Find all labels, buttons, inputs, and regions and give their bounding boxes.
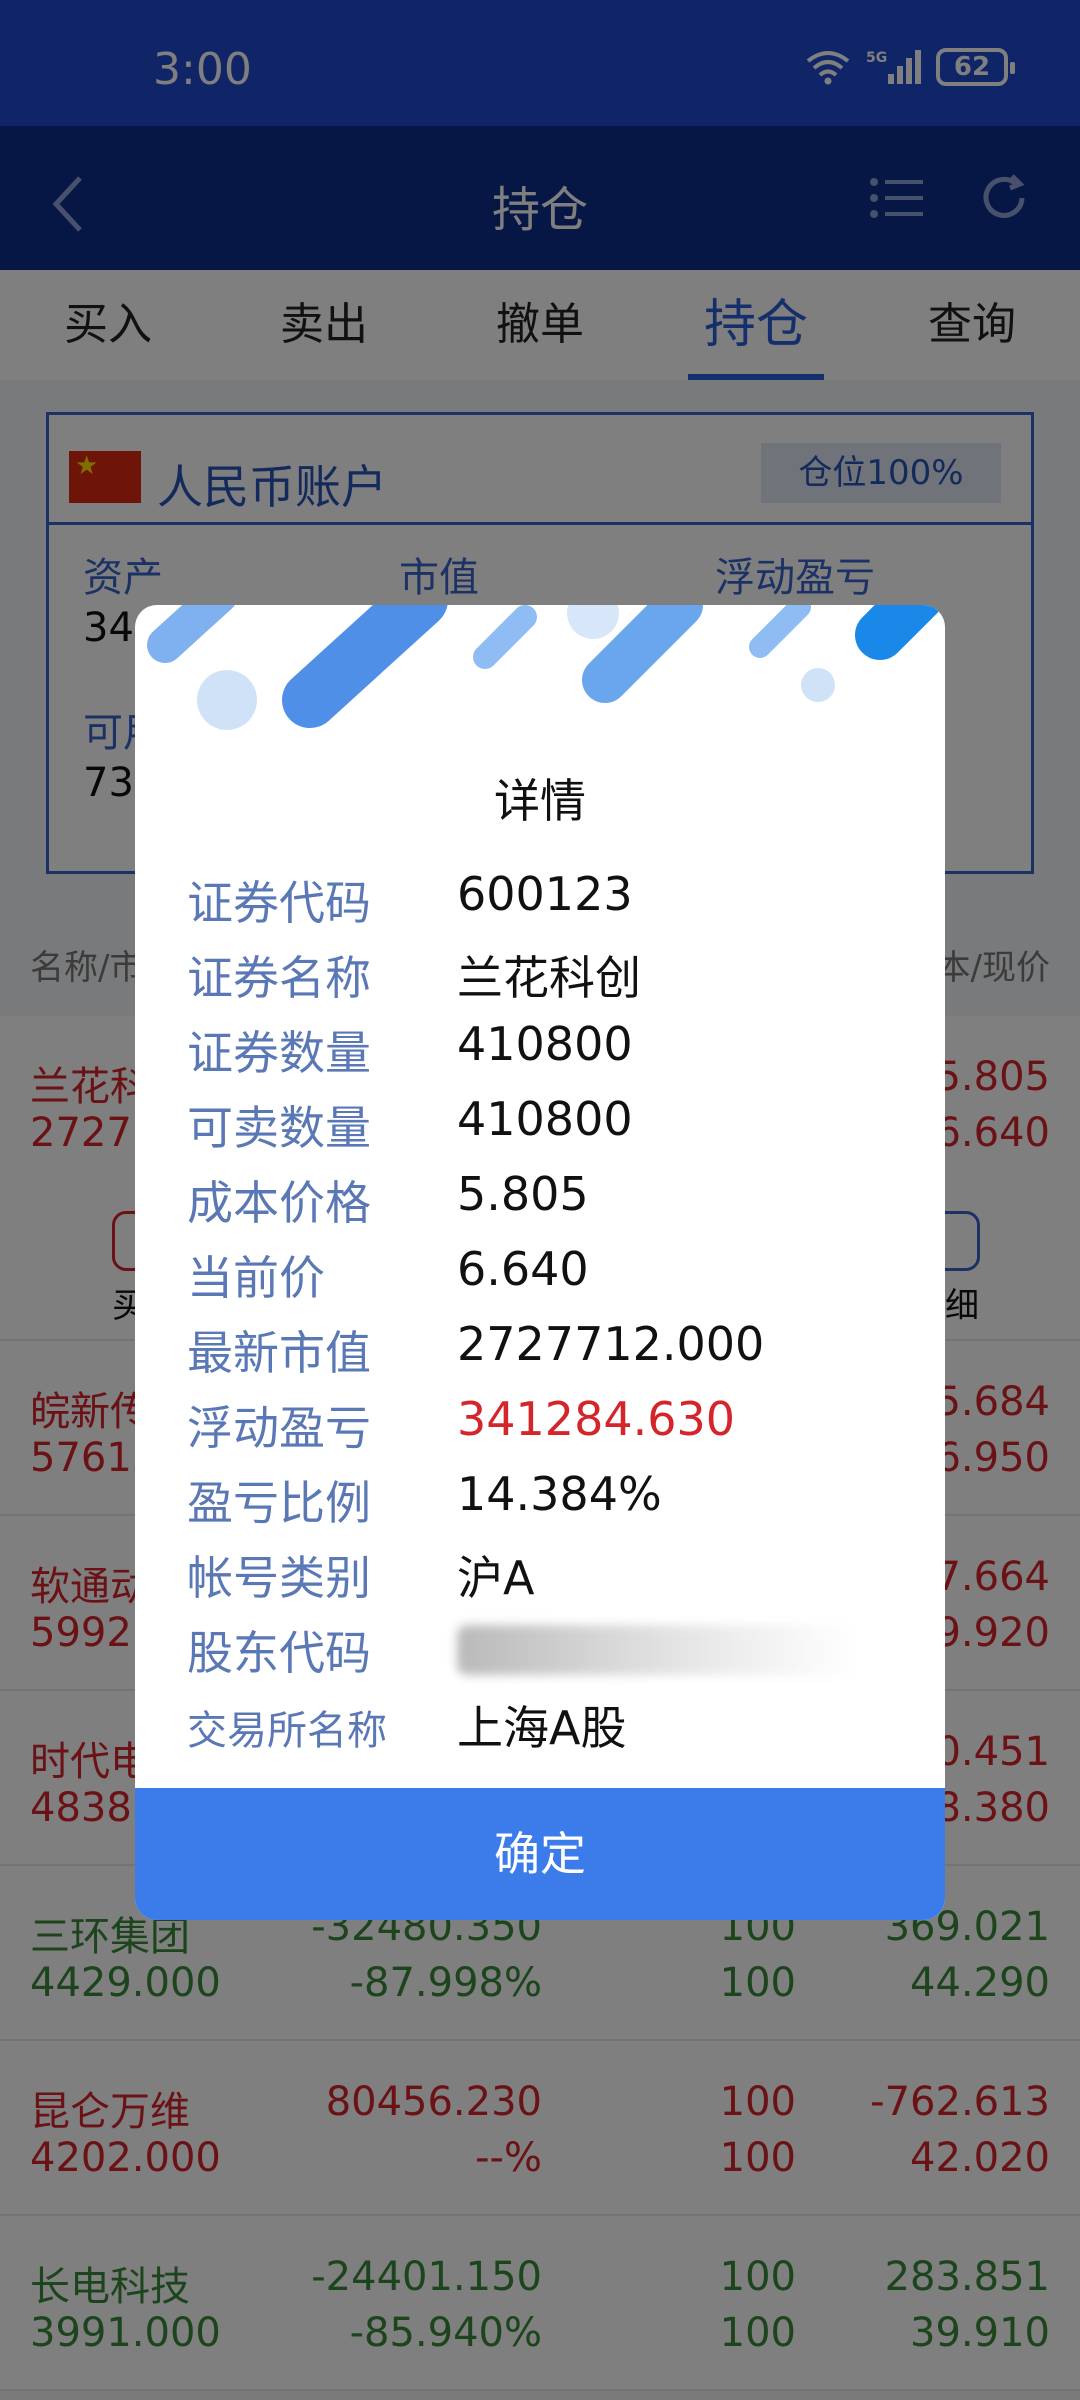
- field-sellable-quantity: 可卖数量 410800: [187, 1092, 907, 1167]
- field-value: 410800: [457, 1017, 633, 1071]
- detail-dialog: 详情 证券代码 600123 证券名称 兰花科创 证券数量 410800 可卖数…: [135, 605, 945, 1920]
- field-security-quantity: 证券数量 410800: [187, 1017, 907, 1092]
- field-value: 14.384%: [457, 1467, 662, 1521]
- field-label: 帐号类别: [187, 1551, 371, 1605]
- field-shareholder-code: 股东代码: [187, 1617, 907, 1692]
- field-value: 2727712.000: [457, 1317, 765, 1371]
- field-label: 股东代码: [187, 1626, 371, 1680]
- field-label: 证券数量: [187, 1026, 371, 1080]
- field-security-name: 证券名称 兰花科创: [187, 942, 907, 1017]
- field-value: 600123: [457, 867, 633, 921]
- field-value: 6.640: [457, 1242, 589, 1296]
- field-label: 成本价格: [187, 1176, 371, 1230]
- field-exchange-name: 交易所名称 上海A股: [187, 1692, 907, 1767]
- field-security-code: 证券代码 600123: [187, 867, 907, 942]
- field-label: 浮动盈亏: [187, 1401, 371, 1455]
- field-pnl-ratio: 盈亏比例 14.384%: [187, 1467, 907, 1542]
- field-market-value: 最新市值 2727712.000: [187, 1317, 907, 1392]
- field-label: 交易所名称: [187, 1708, 387, 1754]
- field-value: 5.805: [457, 1167, 589, 1221]
- field-label: 盈亏比例: [187, 1476, 371, 1530]
- field-account-type: 帐号类别 沪A: [187, 1542, 907, 1617]
- field-value: 410800: [457, 1092, 633, 1146]
- field-label: 证券名称: [187, 951, 371, 1005]
- field-label: 可卖数量: [187, 1101, 371, 1155]
- redacted-value: [457, 1625, 857, 1675]
- field-floating-pnl: 浮动盈亏 341284.630: [187, 1392, 907, 1467]
- dialog-header-decoration: [147, 605, 945, 730]
- confirm-button[interactable]: 确定: [135, 1788, 945, 1920]
- field-current-price: 当前价 6.640: [187, 1242, 907, 1317]
- field-value: 上海A股: [457, 1701, 627, 1755]
- field-value: 兰花科创: [457, 951, 641, 1005]
- field-cost-price: 成本价格 5.805: [187, 1167, 907, 1242]
- field-label: 当前价: [187, 1251, 325, 1305]
- field-label: 最新市值: [187, 1326, 371, 1380]
- dialog-title: 详情: [494, 774, 586, 828]
- field-value: 沪A: [457, 1551, 535, 1605]
- field-value: 341284.630: [457, 1392, 736, 1446]
- field-label: 证券代码: [187, 876, 371, 930]
